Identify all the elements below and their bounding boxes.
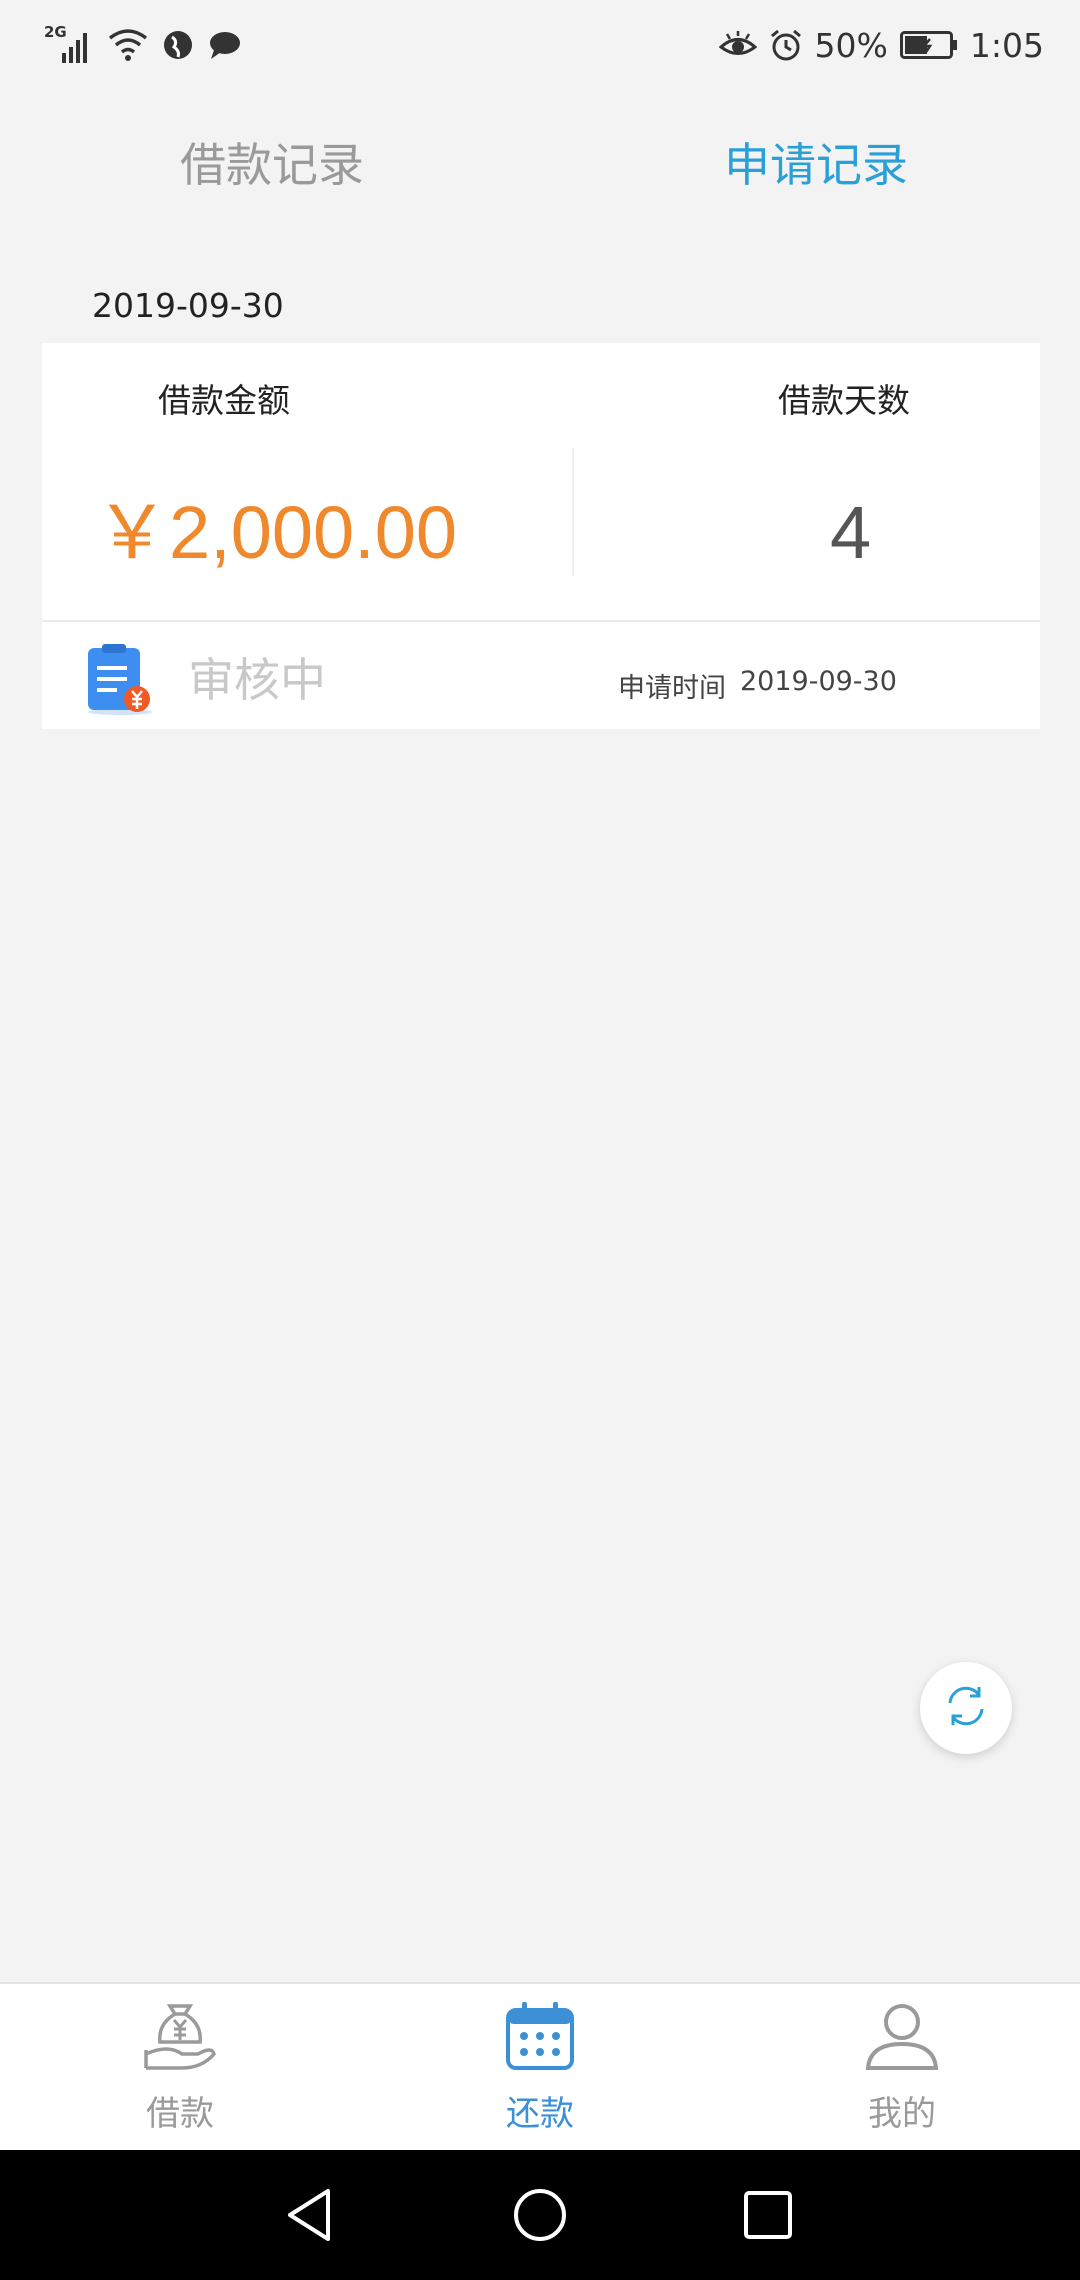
tab-apply-records[interactable]: 申请记录 (724, 130, 908, 200)
status-right: 50% 1:05 (718, 22, 1044, 68)
nav-repay-label: 还款 (506, 2094, 574, 2134)
nav-mine-label: 我的 (868, 2094, 936, 2134)
refresh-icon (941, 1681, 991, 1735)
tab-borrow-records[interactable]: 借款记录 (180, 130, 364, 200)
eye-icon (718, 30, 757, 60)
nav-repay[interactable]: 还款 (440, 1998, 640, 2138)
record-date: 2019-09-30 (92, 286, 284, 325)
loan-amount: ￥2,000.00 (95, 491, 458, 574)
clock-time: 1:05 (969, 25, 1044, 65)
nav-borrow-label: 借款 (146, 2094, 214, 2134)
loan-days: 4 (830, 491, 872, 574)
status-left: 2G (44, 22, 242, 68)
home-icon[interactable] (508, 2183, 572, 2247)
status-bar: 2G 50% 1:05 (0, 0, 1080, 90)
document-yuan-icon (82, 642, 156, 716)
battery-percent: 50% (814, 25, 888, 65)
wifi-icon (108, 28, 148, 62)
signal-icon: 2G (44, 23, 94, 63)
calendar-icon (502, 1998, 578, 2078)
apply-time-value: 2019-09-30 (740, 666, 897, 697)
globe-icon (162, 29, 194, 61)
days-label: 借款天数 (778, 381, 910, 420)
money-bag-hand-icon (142, 1998, 218, 2078)
user-icon (864, 1998, 940, 2078)
apply-time: 申请时间 2019-09-30 (618, 666, 897, 705)
apply-time-label: 申请时间 (618, 673, 726, 704)
review-status: 审核中 (188, 653, 326, 707)
refresh-button[interactable] (920, 1662, 1012, 1754)
amount-label: 借款金额 (158, 381, 290, 420)
card-divider (572, 448, 574, 576)
nav-mine[interactable]: 我的 (802, 1998, 1002, 2138)
nav-borrow[interactable]: 借款 (80, 1998, 280, 2138)
network-type: 2G (44, 23, 67, 41)
recents-icon[interactable] (736, 2183, 800, 2247)
back-icon[interactable] (280, 2183, 344, 2247)
alarm-icon (769, 28, 803, 62)
battery-icon (899, 31, 958, 59)
chat-icon (208, 30, 242, 60)
